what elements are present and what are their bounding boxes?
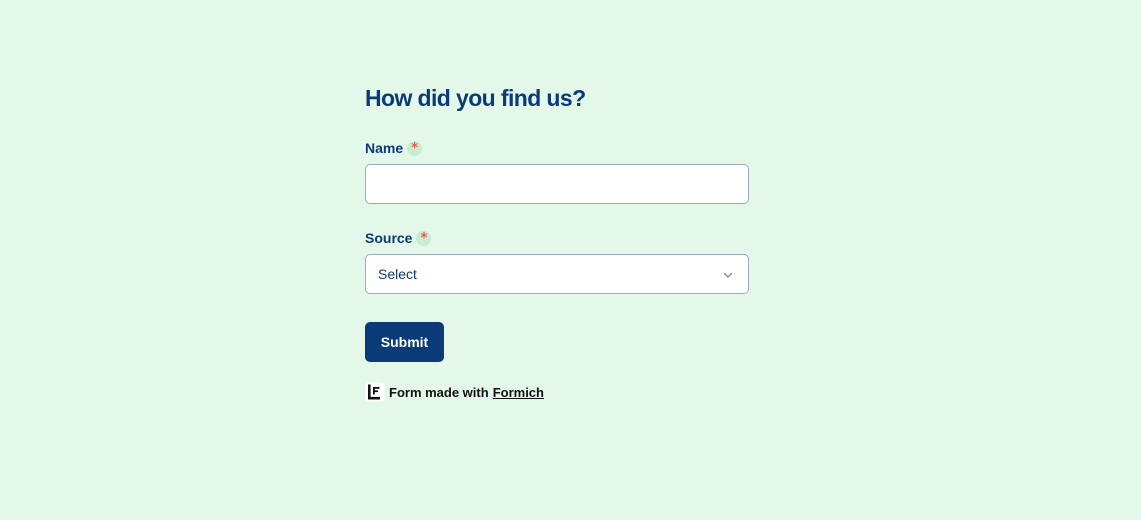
- required-asterisk-icon: *: [416, 230, 432, 246]
- name-label: Name *: [365, 139, 749, 157]
- form-container: How did you find us? Name * Source * Sel…: [365, 82, 749, 402]
- source-label: Source *: [365, 229, 749, 247]
- required-asterisk-icon: *: [407, 140, 423, 156]
- source-select[interactable]: Select: [365, 254, 749, 294]
- footer-text: Form made with: [389, 384, 489, 400]
- chevron-down-icon: [723, 272, 733, 278]
- source-select-value: Select: [378, 266, 417, 282]
- name-input[interactable]: [365, 164, 749, 204]
- formich-link[interactable]: Formich: [493, 385, 544, 400]
- source-label-text: Source: [365, 230, 413, 246]
- submit-button[interactable]: Submit: [365, 322, 444, 362]
- formich-logo-icon[interactable]: [365, 382, 385, 402]
- form-title: How did you find us?: [365, 85, 586, 111]
- footer: Form made with Formich: [365, 382, 749, 402]
- name-label-text: Name: [365, 140, 404, 156]
